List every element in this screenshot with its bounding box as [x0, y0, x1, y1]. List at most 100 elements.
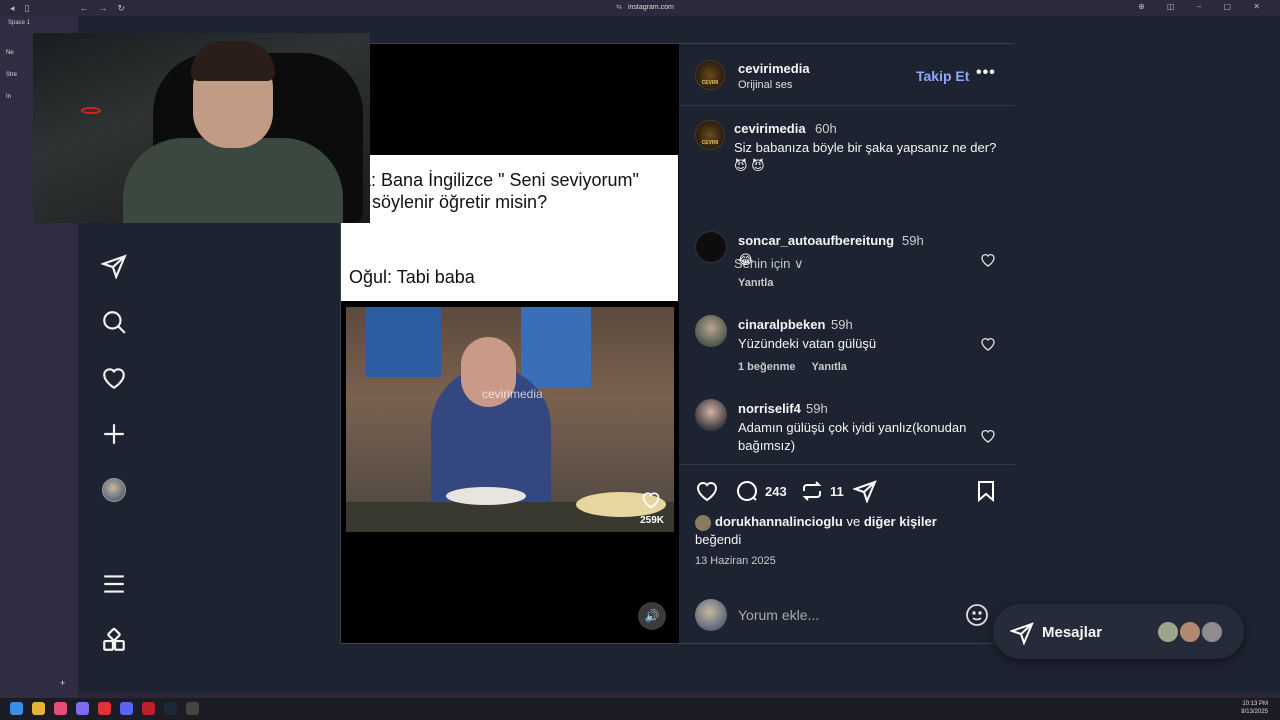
message-avatar	[1178, 620, 1202, 644]
start-icon[interactable]	[10, 702, 23, 715]
caption-username[interactable]: cevirimedia	[734, 121, 806, 136]
reply-button[interactable]: Yanıtla	[738, 277, 773, 289]
repost-icon[interactable]	[800, 479, 824, 503]
messages-label: Mesajlar	[1042, 624, 1103, 641]
add-comment-bar: Yorum ekle...	[679, 593, 1015, 645]
back-arrow-icon[interactable]: ←	[79, 3, 88, 13]
video-heart-icon	[642, 492, 660, 509]
comment-avatar[interactable]	[695, 399, 727, 431]
caption-text: Siz babanıza böyle bir şaka yapsanız ne …	[734, 140, 997, 173]
media-caption: Baba: Bana İngilizce " Seni seviyorum" n…	[341, 155, 678, 301]
plus-icon[interactable]	[101, 421, 127, 447]
media-caption-line1: Baba: Bana İngilizce " Seni seviyorum" n…	[341, 170, 639, 212]
video-like-count: 259K	[640, 515, 664, 526]
window-controls[interactable]: ⊕ ◫ – ▢ ✕	[1138, 2, 1270, 11]
app-icon[interactable]	[142, 702, 155, 715]
post-sidebar: CEVIRI cevirimedia Orijinal ses Takip Et…	[679, 44, 1015, 643]
send-icon[interactable]	[101, 253, 127, 279]
comment-time: 59h	[806, 401, 828, 416]
more-options-icon[interactable]: •••	[976, 64, 996, 82]
discord-icon[interactable]	[120, 702, 133, 715]
comment-text: Yüzündeki vatan gülüşü	[738, 336, 877, 351]
webcam-overlay	[33, 33, 370, 223]
video-plate	[446, 487, 526, 505]
sidebar-toggle-icon[interactable]: ▯	[25, 3, 30, 14]
messages-icon	[1010, 622, 1034, 645]
taskbar: 10:13 PM 8/13/2025	[0, 698, 1280, 720]
webcam-led	[81, 107, 101, 114]
liked-by: dorukhannalincioglu ve diğer kişiler beğ…	[695, 513, 995, 549]
message-avatar	[1200, 620, 1224, 644]
caption-avatar[interactable]: CEVIRI	[695, 120, 725, 150]
app-icon[interactable]	[98, 702, 111, 715]
steam-icon[interactable]	[164, 702, 177, 715]
heart-icon[interactable]	[101, 365, 127, 391]
forward-arrow-icon[interactable]: →	[98, 3, 107, 13]
message-avatar	[1156, 620, 1180, 644]
app-icon[interactable]	[54, 702, 67, 715]
comment-heart-icon[interactable]	[980, 336, 996, 352]
clock-date: 8/13/2025	[1241, 709, 1268, 715]
follow-button[interactable]: Takip Et	[916, 68, 969, 84]
author-username[interactable]: cevirimedia	[738, 61, 810, 76]
video-window	[366, 307, 441, 377]
post-modal: Baba: Bana İngilizce " Seni seviyorum" n…	[340, 43, 1015, 644]
globe-icon[interactable]	[186, 702, 199, 715]
back-icon[interactable]: ◂	[10, 3, 15, 14]
comment-avatar[interactable]	[695, 231, 727, 263]
messages-button[interactable]: Mesajlar	[993, 604, 1244, 659]
space-label: Space 1	[8, 20, 31, 26]
menu-icon[interactable]	[101, 571, 127, 597]
comment-meta: 1 beğenme Yanıtla	[738, 361, 863, 373]
sidebar-item-stream[interactable]: Stre	[6, 72, 17, 78]
comment-like-count[interactable]: 1 beğenme	[738, 361, 795, 373]
sidebar-item-instagram[interactable]: In	[6, 94, 11, 100]
reply-button[interactable]: Yanıtla	[811, 361, 846, 373]
liked-by-avatar[interactable]	[695, 514, 711, 531]
emoji-icon[interactable]	[965, 603, 989, 627]
media-caption-line2: Oğul: Tabi baba	[349, 267, 475, 287]
explorer-icon[interactable]	[32, 702, 45, 715]
browser-icon[interactable]	[76, 702, 89, 715]
comment-username[interactable]: soncar_autoaufbereitung	[738, 233, 894, 248]
bookmark-icon[interactable]	[974, 479, 998, 503]
video-watermark: cevirimedia	[482, 387, 543, 401]
apps-icon[interactable]	[101, 627, 127, 653]
liked-by-others[interactable]: diğer kişiler	[864, 514, 937, 529]
comment-heart-icon[interactable]	[980, 252, 996, 268]
comment-text: 😂	[738, 252, 754, 267]
audio-label[interactable]: Orijinal ses	[738, 79, 792, 91]
clock-time: 10:13 PM	[1242, 701, 1268, 707]
video-window	[521, 307, 591, 387]
comment-username[interactable]: cinaralpbeken	[738, 317, 825, 332]
current-user-avatar	[695, 599, 727, 631]
add-comment-input[interactable]: Yorum ekle...	[738, 607, 819, 623]
profile-avatar[interactable]	[102, 478, 126, 502]
comment-time: 59h	[902, 233, 924, 248]
url-bar[interactable]: ⇆ instagram.com	[600, 2, 690, 14]
link-icon: ⇆	[616, 4, 622, 11]
comment-username[interactable]: norriselif4	[738, 401, 801, 416]
liked-by-and: ve	[846, 514, 861, 529]
browser-toolbar: ◂ ▯ ← → ↻ ⇆ instagram.com ⊕ ◫ – ▢ ✕	[0, 0, 1280, 16]
system-clock[interactable]: 10:13 PM 8/13/2025	[1241, 700, 1268, 716]
new-tab-button[interactable]: +	[60, 678, 65, 688]
video-frame[interactable]: cevirimedia 259K	[346, 307, 674, 532]
comment-time: 59h	[831, 317, 853, 332]
like-icon[interactable]	[695, 479, 719, 503]
author-avatar[interactable]: CEVIRI	[695, 60, 725, 90]
search-icon[interactable]	[101, 309, 127, 335]
post-actions: 243 11 dorukhannalincioglu ve diğer kişi…	[679, 464, 1015, 644]
comment-avatar[interactable]	[695, 315, 727, 347]
sound-icon[interactable]: 🔊	[638, 602, 666, 630]
post-media[interactable]: Baba: Bana İngilizce " Seni seviyorum" n…	[341, 44, 678, 643]
comment-text: Adamın gülüşü çok iyidi yanlız(konudan b…	[738, 420, 967, 453]
caption-time: 60h	[815, 121, 837, 136]
share-icon[interactable]	[853, 479, 877, 503]
sidebar-item-new[interactable]: Ne	[6, 50, 14, 56]
liked-by-user[interactable]: dorukhannalincioglu	[715, 514, 843, 529]
webcam-person-body	[123, 138, 343, 223]
reload-icon[interactable]: ↻	[117, 3, 125, 14]
comment-icon[interactable]	[735, 479, 759, 503]
comment-heart-icon[interactable]	[980, 428, 996, 444]
